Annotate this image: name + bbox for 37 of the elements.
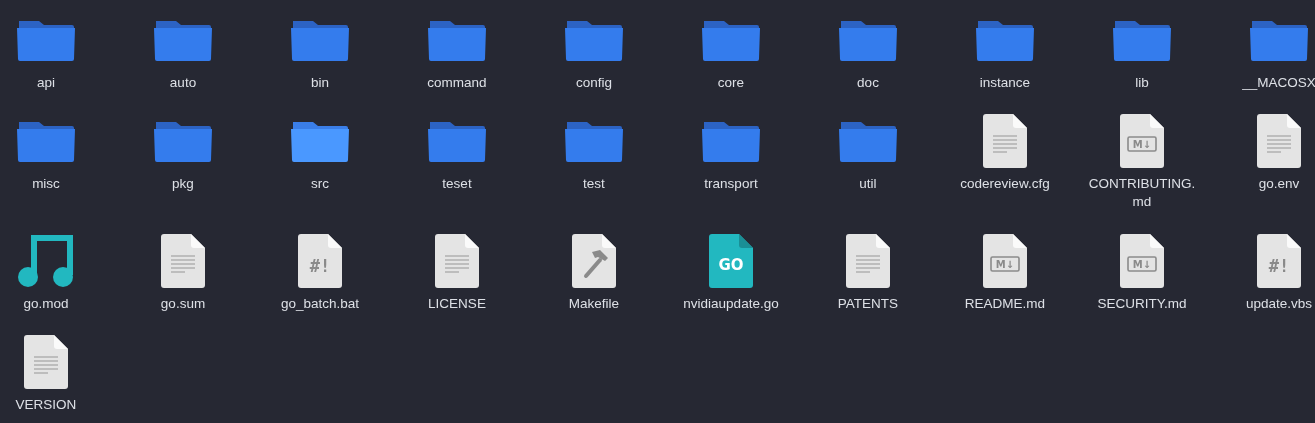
file-name[interactable]: doc [812, 74, 924, 92]
file-name[interactable]: nvidiaupdate.go [675, 294, 787, 313]
go-file-icon: GO [709, 233, 753, 288]
file-name[interactable]: api [0, 74, 102, 92]
file-name[interactable]: command [401, 74, 513, 92]
file-name[interactable]: misc [0, 175, 102, 194]
file-name[interactable]: CONTRIBUTING.md [1086, 175, 1198, 212]
file-name[interactable]: __MACOSX [1223, 74, 1315, 92]
file-name[interactable]: test [538, 175, 650, 194]
file-name[interactable]: go.mod [0, 294, 102, 313]
file-name[interactable]: PATENTS [812, 294, 924, 313]
file-name[interactable]: src [264, 175, 376, 194]
file-name[interactable]: go_batch.bat [264, 294, 376, 313]
file-name[interactable]: instance [949, 74, 1061, 92]
file-name[interactable]: util [812, 175, 924, 194]
file-name[interactable]: SECURITY.md [1086, 294, 1198, 313]
file-name[interactable]: codereview.cfg [949, 175, 1061, 194]
script-file-icon: #! [298, 233, 342, 288]
file-name[interactable]: transport [675, 175, 787, 194]
file-name[interactable]: lib [1086, 74, 1198, 92]
file-name[interactable]: go.sum [127, 294, 239, 313]
file-name[interactable]: LICENSE [401, 294, 513, 313]
file-name[interactable]: teset [401, 175, 513, 194]
file-name[interactable]: Makefile [538, 294, 650, 313]
file-name[interactable]: pkg [127, 175, 239, 194]
markdown-file-icon: M↓ [1120, 233, 1164, 288]
file-name[interactable]: auto [127, 74, 239, 92]
file-name[interactable]: update.vbs [1223, 294, 1315, 313]
file-name[interactable]: go.env [1223, 175, 1315, 194]
file-name[interactable]: README.md [949, 294, 1061, 313]
markdown-file-icon: M↓ [983, 233, 1027, 288]
markdown-file-icon: M↓ [1120, 114, 1164, 169]
file-name[interactable]: VERSION [0, 395, 102, 414]
file-name[interactable]: core [675, 74, 787, 92]
file-name[interactable]: config [538, 74, 650, 92]
script-file-icon: #! [1257, 233, 1301, 288]
file-name[interactable]: bin [264, 74, 376, 92]
